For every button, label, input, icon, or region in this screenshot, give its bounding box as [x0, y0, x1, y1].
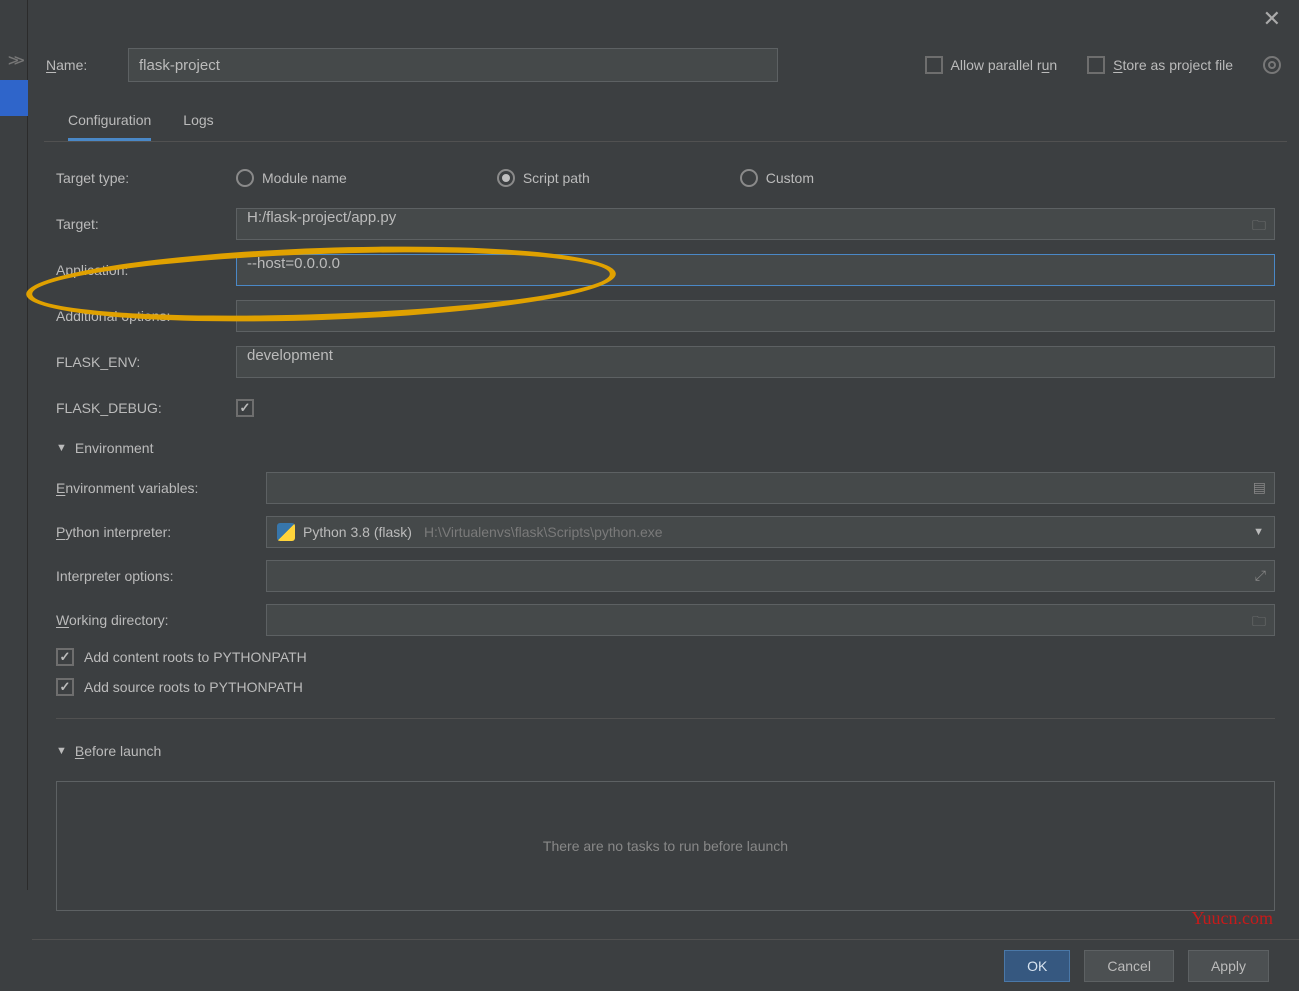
python-interpreter-label: Python interpreter:: [56, 524, 266, 540]
dialog-header: NName:ame: Allow parallel run Store as p…: [32, 0, 1299, 102]
radio-custom[interactable]: Custom: [740, 169, 814, 187]
before-launch-tasks-box: There are no tasks to run before launch: [56, 781, 1275, 911]
env-vars-input[interactable]: ▤: [266, 472, 1275, 504]
radio-script-path[interactable]: Script path: [497, 169, 590, 187]
divider: [56, 718, 1275, 719]
sidebar-stub: [0, 0, 28, 890]
before-launch-empty-text: There are no tasks to run before launch: [543, 838, 788, 854]
radio-icon: [740, 169, 758, 187]
python-icon: [277, 523, 295, 541]
name-label: NName:ame:: [46, 57, 116, 73]
caret-down-icon: ▼: [56, 745, 67, 757]
store-as-project-file-label: Store as project file: [1113, 57, 1233, 73]
add-source-roots-row: Add source roots to PYTHONPATH: [56, 672, 1275, 702]
interpreter-options-label: Interpreter options:: [56, 568, 266, 584]
python-interpreter-name: Python 3.8 (flask): [303, 524, 412, 540]
radio-icon: [236, 169, 254, 187]
radio-module-name[interactable]: Module name: [236, 169, 347, 187]
target-row: Target: H:/flask-project/app.py 🗀: [56, 202, 1275, 246]
flask-env-value: development: [247, 347, 333, 364]
radio-icon: [497, 169, 515, 187]
checkbox-icon: [925, 56, 943, 74]
add-content-roots-checkbox[interactable]: [56, 648, 74, 666]
target-input[interactable]: H:/flask-project/app.py 🗀: [236, 208, 1275, 240]
dialog-footer: OK Cancel Apply: [32, 939, 1299, 991]
python-interpreter-row: Python interpreter: Python 3.8 (flask) H…: [56, 510, 1275, 554]
target-type-label: Target type:: [56, 170, 236, 186]
cancel-button[interactable]: Cancel: [1084, 950, 1174, 982]
list-icon[interactable]: ▤: [1253, 479, 1266, 496]
flask-env-row: FLASK_ENV: development: [56, 340, 1275, 384]
expand-icon[interactable]: ⤢: [1255, 567, 1266, 584]
flask-env-label: FLASK_ENV:: [56, 354, 236, 370]
radio-module-label: Module name: [262, 170, 347, 186]
python-interpreter-path: H:\Virtualenvs\flask\Scripts\python.exe: [424, 524, 663, 540]
flask-env-input[interactable]: development: [236, 346, 1275, 378]
python-interpreter-select[interactable]: Python 3.8 (flask) H:\Virtualenvs\flask\…: [266, 516, 1275, 548]
target-type-row: Target type: Module name Script path Cus…: [56, 156, 1275, 200]
env-vars-label: Environment variables:: [56, 480, 266, 496]
target-value: H:/flask-project/app.py: [247, 209, 396, 226]
before-launch-expander[interactable]: ▼ Before launch: [56, 735, 1275, 767]
additional-options-row: Additional options:: [56, 294, 1275, 338]
run-configuration-dialog: NName:ame: Allow parallel run Store as p…: [32, 0, 1299, 991]
tab-logs[interactable]: Logs: [183, 102, 213, 141]
target-label: Target:: [56, 216, 236, 232]
flask-debug-checkbox[interactable]: [236, 399, 254, 417]
interpreter-options-input[interactable]: ⤢: [266, 560, 1275, 592]
gear-icon[interactable]: [1263, 56, 1281, 74]
working-directory-input[interactable]: 🗀: [266, 604, 1275, 636]
folder-icon[interactable]: 🗀: [1252, 611, 1266, 635]
allow-parallel-run-checkbox[interactable]: Allow parallel run: [925, 56, 1058, 74]
checkbox-icon: [1087, 56, 1105, 74]
environment-section-label: Environment: [75, 440, 154, 456]
ok-button[interactable]: OK: [1004, 950, 1070, 982]
tab-bar: Configuration Logs: [44, 102, 1287, 142]
add-source-roots-checkbox[interactable]: [56, 678, 74, 696]
application-input[interactable]: --host=0.0.0.0: [236, 254, 1275, 286]
chevron-down-icon: ▼: [1253, 526, 1264, 538]
interpreter-options-row: Interpreter options: ⤢: [56, 554, 1275, 598]
name-input[interactable]: [128, 48, 778, 82]
sidebar-active-marker: [0, 80, 28, 116]
allow-parallel-run-label: Allow parallel run: [951, 57, 1058, 73]
caret-down-icon: ▼: [56, 442, 67, 454]
radio-script-label: Script path: [523, 170, 590, 186]
tab-configuration[interactable]: Configuration: [68, 102, 151, 141]
application-value: --host=0.0.0.0: [247, 255, 340, 272]
environment-expander[interactable]: ▼ Environment: [56, 432, 1275, 464]
working-directory-label: Working directory:: [56, 612, 266, 628]
application-label: Application:: [56, 262, 236, 278]
working-directory-row: Working directory: 🗀: [56, 598, 1275, 642]
store-as-project-file-checkbox[interactable]: Store as project file: [1087, 56, 1233, 74]
environment-section: Environment variables: ▤ Python interpre…: [56, 466, 1275, 702]
before-launch-label: Before launch: [75, 743, 161, 759]
additional-options-input[interactable]: [236, 300, 1275, 332]
add-content-roots-label: Add content roots to PYTHONPATH: [84, 649, 307, 665]
expand-sidebar-chevrons[interactable]: >>: [8, 50, 20, 71]
folder-icon[interactable]: 🗀: [1252, 215, 1266, 239]
additional-options-label: Additional options:: [56, 308, 236, 324]
configuration-form: Target type: Module name Script path Cus…: [32, 142, 1299, 911]
env-vars-row: Environment variables: ▤: [56, 466, 1275, 510]
add-content-roots-row: Add content roots to PYTHONPATH: [56, 642, 1275, 672]
watermark-text: Yuucn.com: [1192, 908, 1273, 929]
application-row: Application: --host=0.0.0.0: [56, 248, 1275, 292]
radio-custom-label: Custom: [766, 170, 814, 186]
flask-debug-label: FLASK_DEBUG:: [56, 400, 236, 416]
apply-button[interactable]: Apply: [1188, 950, 1269, 982]
add-source-roots-label: Add source roots to PYTHONPATH: [84, 679, 303, 695]
flask-debug-row: FLASK_DEBUG:: [56, 386, 1275, 430]
